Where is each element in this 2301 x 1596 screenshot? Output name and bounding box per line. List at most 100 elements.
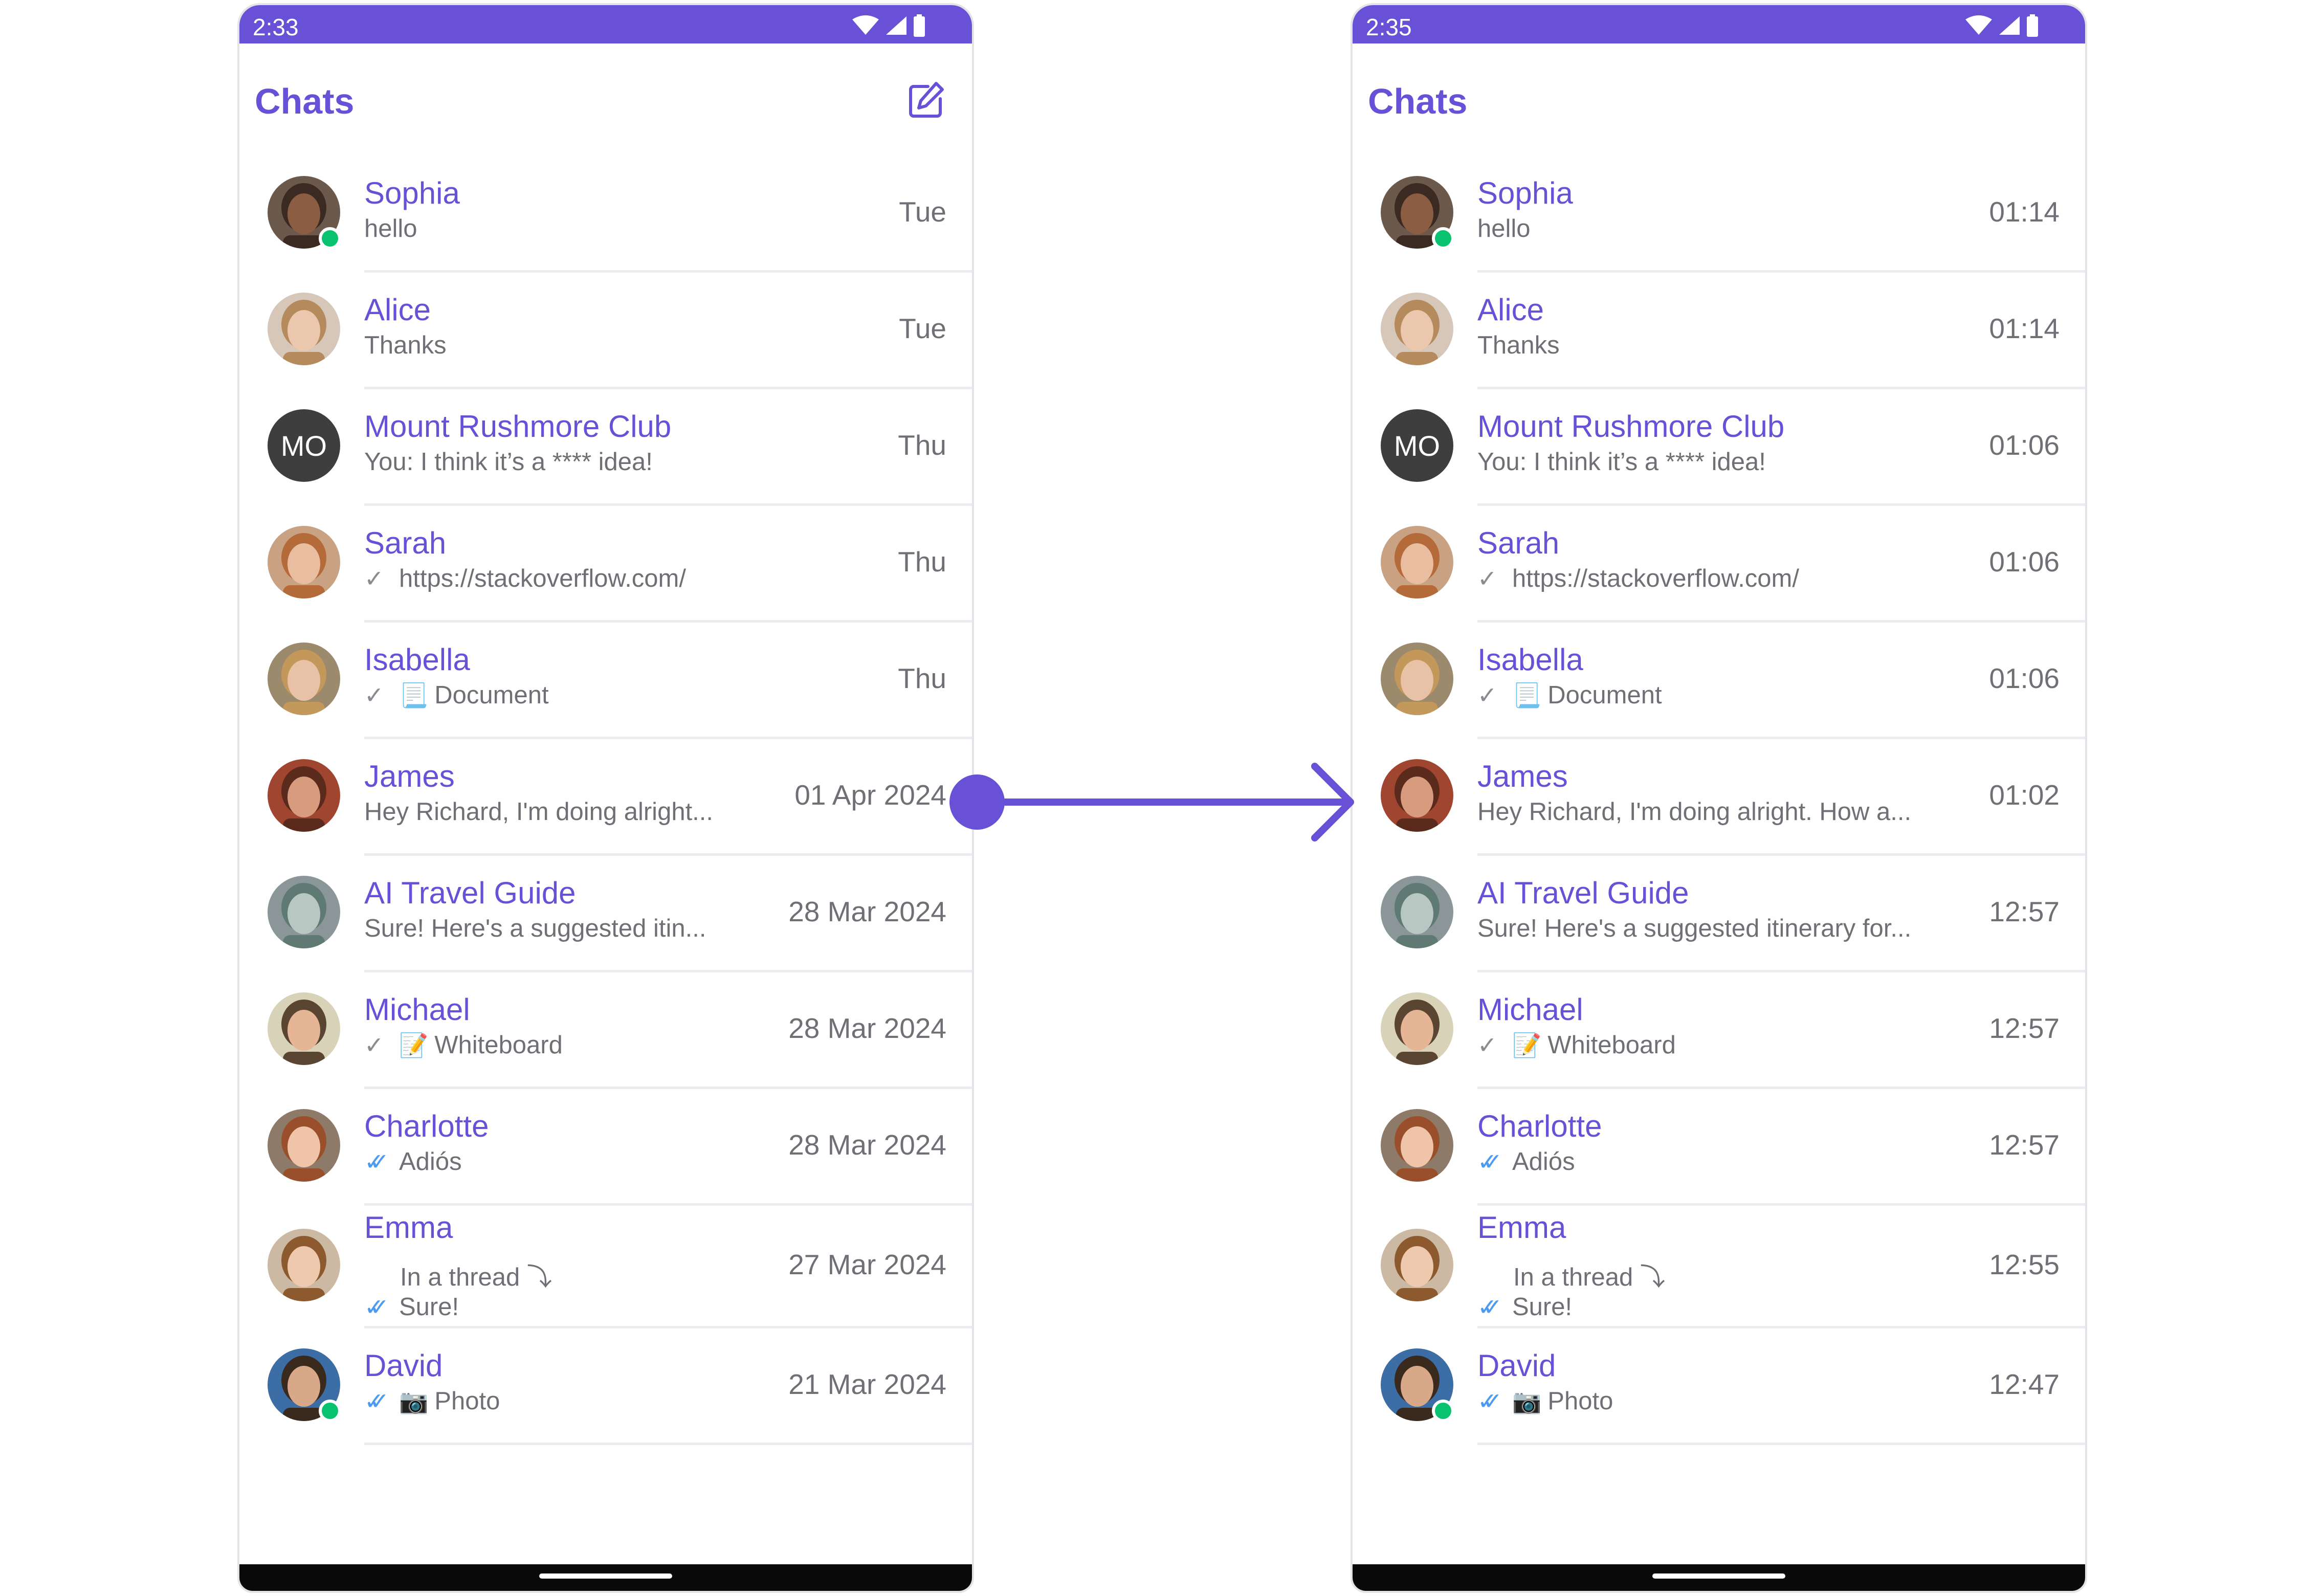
avatar — [268, 642, 340, 715]
last-message-preview: hello — [364, 214, 417, 243]
compose-icon[interactable] — [905, 79, 946, 120]
conversation-name: Charlotte — [364, 1109, 489, 1143]
preview-text: Document — [434, 681, 549, 709]
preview-text: You: I think it’s a **** idea! — [364, 448, 653, 476]
list-item[interactable]: AI Travel Guide Sure! Here's a suggested … — [1353, 856, 2085, 972]
avatar-image — [1381, 759, 1453, 832]
timestamp: 01:14 — [1989, 196, 2060, 228]
avatar — [268, 1348, 341, 1422]
preview-text: Thanks — [364, 331, 447, 359]
avatar — [268, 992, 340, 1065]
avatar-image — [268, 293, 340, 365]
timestamp: Tue — [899, 313, 946, 344]
timestamp: 21 Mar 2024 — [788, 1368, 946, 1400]
preview-text: Photo — [434, 1387, 500, 1415]
avatar-image — [268, 526, 340, 598]
conversation-name: Alice — [1477, 293, 1544, 327]
list-item[interactable]: David ✓✓ 📷 Photo 21 Mar 2024 — [239, 1328, 972, 1445]
list-item[interactable]: Sophia hello Tue — [239, 156, 972, 273]
avatar — [1381, 1229, 1453, 1301]
list-item[interactable]: Alice Thanks 01:14 — [1353, 273, 2085, 389]
last-message-preview: ✓ 📃 Document — [364, 681, 549, 710]
timestamp: 28 Mar 2024 — [788, 1012, 946, 1044]
preview-text: Whiteboard — [434, 1031, 563, 1059]
home-handle[interactable] — [1652, 1573, 1785, 1579]
sent-receipt-icon: ✓ — [1477, 565, 1497, 592]
list-item[interactable]: Emma In a thread ⤵ ✓✓ Sure! 12:55 — [1353, 1206, 2085, 1328]
preview-text: https://stackoverflow.com/ — [399, 565, 686, 592]
timestamp: 01:06 — [1989, 662, 2060, 694]
online-status-dot — [1432, 227, 1454, 250]
conversation-name: Alice — [364, 293, 431, 327]
list-item[interactable]: James Hey Richard, I'm doing alright... 01… — [239, 739, 972, 856]
preview-text: hello — [364, 215, 417, 242]
battery-icon — [913, 14, 926, 37]
list-item[interactable]: Sarah ✓ https://stackoverflow.com/Thu — [239, 506, 972, 623]
preview-text: Whiteboard — [1547, 1031, 1676, 1059]
avatar — [268, 1229, 340, 1301]
read-receipt-icon: ✓✓ — [364, 1388, 389, 1414]
avatar — [1381, 293, 1453, 365]
online-status-dot — [1432, 1400, 1454, 1422]
list-item[interactable]: David ✓✓ 📷 Photo 12:47 — [1353, 1328, 2085, 1445]
conversation-name: Emma — [1477, 1210, 1566, 1245]
conversation-name: David — [1477, 1348, 1556, 1383]
timestamp: 01:14 — [1989, 313, 2060, 344]
list-item[interactable]: Sophia hello 01:14 — [1353, 156, 2085, 273]
avatar-image — [268, 992, 340, 1065]
avatar-image — [268, 642, 340, 715]
list-item[interactable]: Charlotte ✓✓ Adiós 28 Mar 2024 — [239, 1089, 972, 1206]
preview-text: Hey Richard, I'm doing alright. How a... — [1477, 798, 1912, 826]
avatar — [268, 876, 340, 948]
avatar — [1381, 1109, 1453, 1182]
list-item[interactable]: Charlotte ✓✓ Adiós 12:57 — [1353, 1089, 2085, 1206]
conversation-name: Sarah — [364, 526, 447, 560]
last-message-preview: ✓✓ Sure! — [364, 1293, 459, 1321]
avatar — [268, 526, 340, 598]
list-item[interactable]: Alice Thanks Tue — [239, 273, 972, 389]
avatar — [1381, 1348, 1454, 1422]
list-item[interactable]: Emma In a thread ⤵ ✓✓ Sure! 27 Mar 2024 — [239, 1206, 972, 1328]
avatar — [1381, 992, 1453, 1065]
avatar-image — [268, 876, 340, 948]
phone-screen-before: 2:33 Chats Sophia hello Tue Alice Thanks Tue M… — [237, 3, 974, 1593]
avatar — [268, 293, 340, 365]
preview-text: hello — [1477, 215, 1531, 242]
last-message-preview: You: I think it’s a **** idea! — [1477, 448, 1766, 476]
last-message-preview: ✓✓ Sure! — [1477, 1293, 1572, 1321]
list-item[interactable]: Isabella ✓ 📃 Document Thu — [239, 623, 972, 739]
list-item[interactable]: Sarah ✓ https://stackoverflow.com/01:06 — [1353, 506, 2085, 623]
list-item[interactable]: Michael ✓ 📝 Whiteboard 12:57 — [1353, 972, 2085, 1089]
avatar-image — [1381, 293, 1453, 365]
last-message-preview: Sure! Here's a suggested itin... — [364, 914, 706, 943]
page-title: Chats — [1368, 81, 1468, 121]
avatar — [1381, 526, 1453, 598]
preview-text: Document — [1547, 681, 1662, 709]
list-item[interactable]: Isabella ✓ 📃 Document 01:06 — [1353, 623, 2085, 739]
avatar-image — [1381, 992, 1453, 1065]
list-item[interactable]: James Hey Richard, I'm doing alright. How… — [1353, 739, 2085, 856]
list-item[interactable]: MO Mount Rushmore Club You: I think it’s a… — [239, 389, 972, 506]
conversation-name: Mount Rushmore Club — [1477, 409, 1785, 444]
status-time: 2:35 — [1366, 14, 1412, 40]
timestamp: 12:57 — [1989, 1129, 2060, 1161]
preview-text: Adiós — [1512, 1148, 1575, 1176]
timestamp: 27 Mar 2024 — [788, 1249, 946, 1280]
divider — [364, 1443, 972, 1445]
last-message-preview: Sure! Here's a suggested itinerary for..… — [1477, 914, 1911, 943]
home-handle[interactable] — [539, 1573, 672, 1579]
list-item[interactable]: AI Travel Guide Sure! Here's a suggested … — [239, 856, 972, 972]
sent-receipt-icon: ✓ — [1477, 682, 1497, 708]
list-item[interactable]: Michael ✓ 📝 Whiteboard 28 Mar 2024 — [239, 972, 972, 1089]
timestamp: Thu — [898, 546, 946, 578]
avatar-image — [268, 1109, 340, 1182]
list-item[interactable]: MO Mount Rushmore Club You: I think it’s a… — [1353, 389, 2085, 506]
avatar — [1381, 759, 1453, 832]
timestamp: 01:06 — [1989, 546, 2060, 578]
wifi-icon — [1964, 15, 1993, 36]
conversation-name: Michael — [1477, 992, 1583, 1027]
timestamp: 28 Mar 2024 — [788, 1129, 946, 1161]
transition-arrow-icon — [949, 763, 1354, 841]
divider — [1477, 1443, 2085, 1445]
preview-text: Adiós — [399, 1148, 462, 1176]
